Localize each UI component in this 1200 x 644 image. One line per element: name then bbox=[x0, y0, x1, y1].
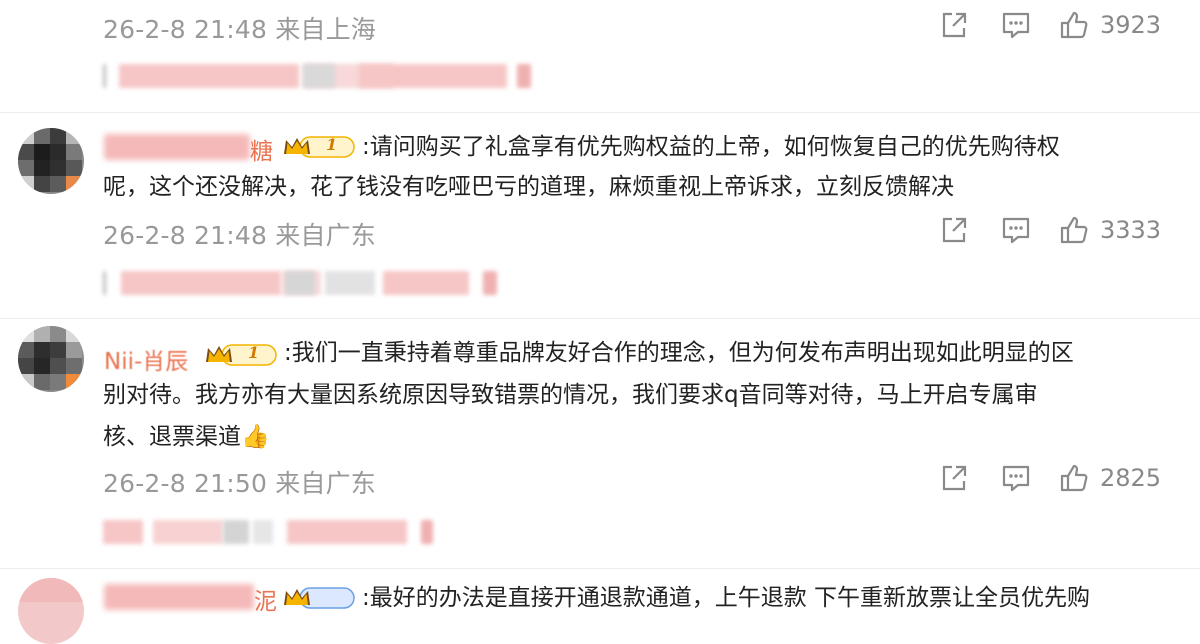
like-count: 3923 bbox=[1100, 11, 1162, 39]
comment-text-line: :最好的办法是直接开通退款通道，上午退款 下午重新放票让全员优先购 bbox=[362, 585, 1091, 611]
comment-text-line: 呢，这个还没解决，花了钱没有吃哑巴亏的道理，麻烦重视上帝诉求，立刻反馈解决 bbox=[103, 174, 954, 200]
divider bbox=[0, 112, 1200, 113]
comment-icon[interactable] bbox=[1000, 462, 1032, 494]
comment-meta: 26-2-8 21:48 来自上海 bbox=[103, 15, 377, 44]
comment-actions: 2825 bbox=[938, 462, 1162, 498]
comment-meta: 26-2-8 21:50 来自广东 bbox=[103, 469, 377, 498]
comment-text-line: :请问购买了礼盒享有优先购权益的上帝，如何恢复自己的优先购待权 bbox=[362, 134, 1060, 160]
like-count: 3333 bbox=[1100, 216, 1162, 244]
member-badge-icon[interactable]: 1 bbox=[282, 134, 356, 160]
divider bbox=[0, 568, 1200, 569]
username[interactable]: 糖 bbox=[250, 132, 273, 166]
member-badge-icon[interactable] bbox=[282, 585, 356, 611]
avatar[interactable] bbox=[18, 578, 84, 644]
thumbs-up-icon[interactable] bbox=[1058, 214, 1090, 246]
share-icon[interactable] bbox=[938, 214, 970, 246]
username-blurred[interactable] bbox=[104, 134, 250, 160]
reply-preview-blurred bbox=[103, 520, 443, 544]
comment-text-line: :我们一直秉持着尊重品牌友好合作的理念，但为何发布声明出现如此明显的区 bbox=[284, 340, 1074, 366]
badge-level: 1 bbox=[248, 343, 260, 362]
like-count: 2825 bbox=[1100, 464, 1162, 492]
share-icon[interactable] bbox=[938, 462, 970, 494]
badge-level: 1 bbox=[326, 135, 338, 154]
username[interactable]: 泥 bbox=[254, 582, 277, 616]
member-badge-icon[interactable]: 1 bbox=[204, 342, 278, 368]
comment-meta: 26-2-8 21:48 来自广东 bbox=[103, 221, 377, 250]
comment-icon[interactable] bbox=[1000, 214, 1032, 246]
reply-preview-blurred bbox=[103, 64, 543, 88]
comment-actions: 3923 bbox=[938, 9, 1162, 45]
comment-actions: 3333 bbox=[938, 214, 1162, 250]
thumbs-up-icon[interactable] bbox=[1058, 462, 1090, 494]
reply-preview-blurred bbox=[103, 271, 503, 295]
comment-text-line: 核、退票渠道👍 bbox=[103, 424, 270, 450]
comment-text-line: 别对待。我方亦有大量因系统原因导致错票的情况，我们要求q音同等对待，马上开启专属… bbox=[103, 382, 1038, 408]
thumbs-up-icon[interactable] bbox=[1058, 9, 1090, 41]
username-blurred[interactable] bbox=[104, 584, 254, 610]
share-icon[interactable] bbox=[938, 9, 970, 41]
comment-icon[interactable] bbox=[1000, 9, 1032, 41]
username[interactable]: Nii-肖辰 bbox=[104, 342, 188, 376]
avatar[interactable] bbox=[18, 326, 84, 392]
avatar[interactable] bbox=[18, 128, 84, 194]
divider bbox=[0, 318, 1200, 319]
